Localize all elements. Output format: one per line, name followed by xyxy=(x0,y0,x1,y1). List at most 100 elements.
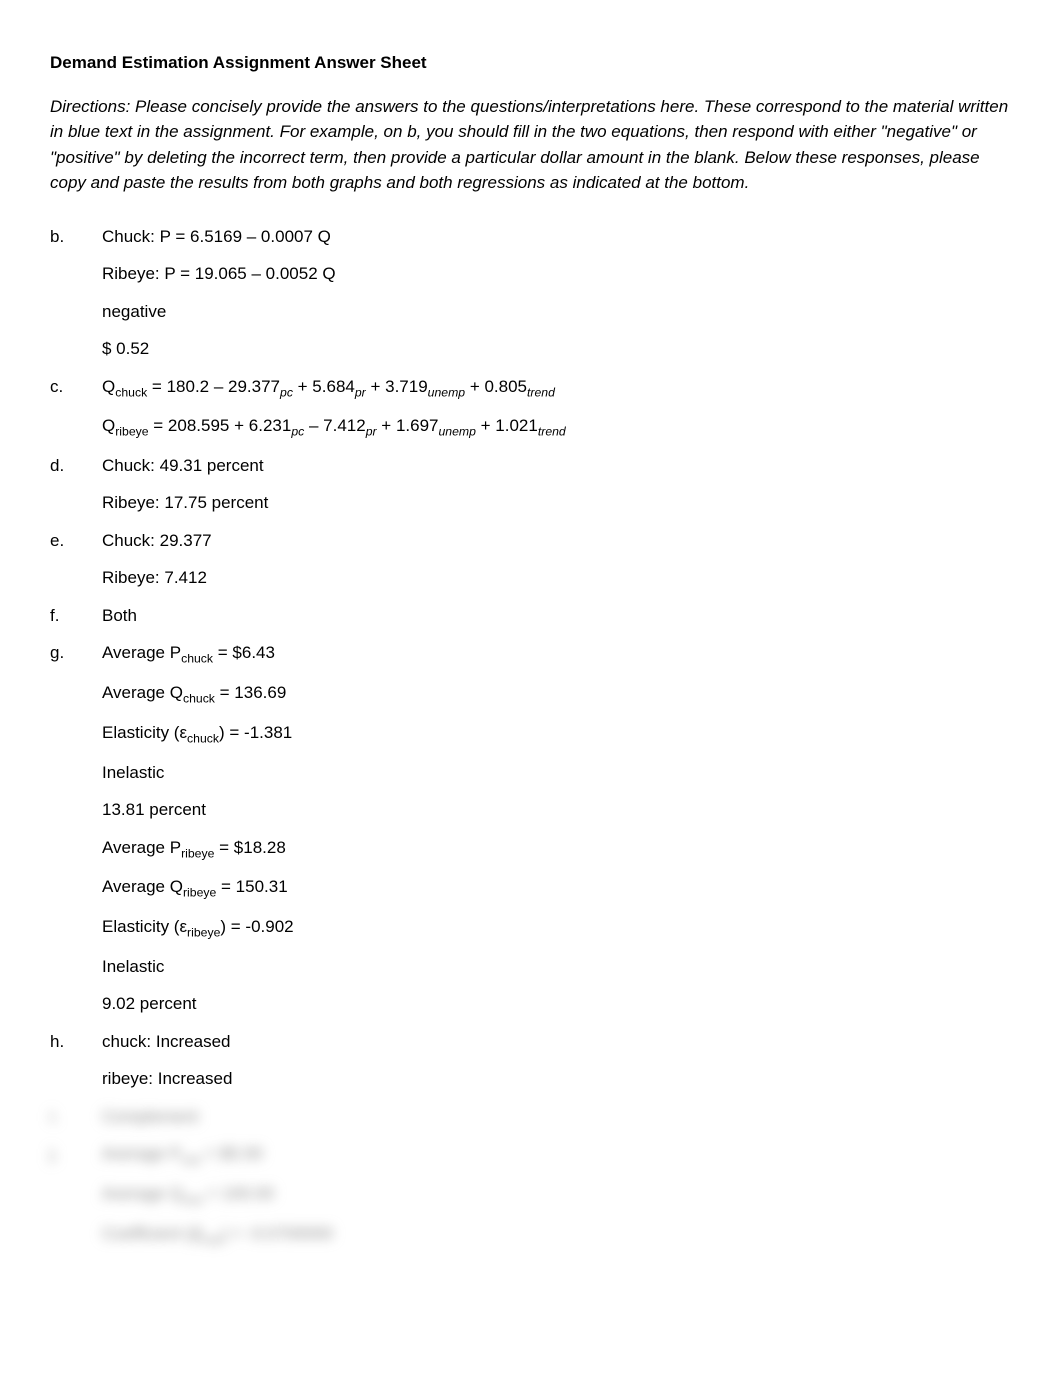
item-g-l7-row: Average Qribeye = 150.31 xyxy=(50,874,1012,902)
g-l3s: chuck xyxy=(187,731,219,745)
item-g-l6-row: Average Pribeye = $18.28 xyxy=(50,835,1012,863)
item-e-chuck: Chuck: 29.377 xyxy=(102,528,1012,554)
item-g-l6: Average Pribeye = $18.28 xyxy=(102,835,1012,863)
g-l3a: Elasticity (ε xyxy=(102,723,187,742)
q-chuck-t3: + 3.719 xyxy=(366,377,428,396)
j-l2b: = 100.00 xyxy=(203,1184,274,1203)
item-b-amount: $ 0.52 xyxy=(102,336,1012,362)
g-l1b: = $6.43 xyxy=(213,643,275,662)
g-l2b: = 136.69 xyxy=(215,683,286,702)
q-chuck-unemp: unemp xyxy=(428,385,465,399)
item-g-l8: Elasticity (εribeye) = -0.902 xyxy=(102,914,1012,942)
item-h-ribeye: ribeye: Increased xyxy=(102,1066,1012,1092)
q-chuck-t4: + 0.805 xyxy=(465,377,527,396)
j-l2s: sub xyxy=(183,1193,203,1207)
item-f-value: Both xyxy=(102,603,1012,629)
q-chuck-t2: + 5.684 xyxy=(293,377,355,396)
directions-text: Directions: Please concisely provide the… xyxy=(50,94,1012,196)
item-h-chuck: chuck: Increased xyxy=(102,1029,1012,1055)
item-g-l9-row: Inelastic xyxy=(50,954,1012,980)
item-d-ribeye: Ribeye: 17.75 percent xyxy=(102,490,1012,516)
item-e-ribeye-row: Ribeye: 7.412 xyxy=(50,565,1012,591)
j-l3s: sub xyxy=(202,1232,222,1246)
item-i-value: Complement xyxy=(102,1104,1012,1130)
item-b-sign: negative xyxy=(102,299,1012,325)
q-chuck-eq: = 180.2 – 29.377 xyxy=(147,377,280,396)
j-l1a: Average P xyxy=(102,1144,181,1163)
q-ribeye-eq: = 208.595 + 6.231 xyxy=(149,416,292,435)
g-l7b: = 150.31 xyxy=(216,877,287,896)
q-ribeye-trend: trend xyxy=(538,425,566,439)
q-ribeye-pc: pc xyxy=(291,425,304,439)
item-e: e. Chuck: 29.377 xyxy=(50,528,1012,554)
item-f: f. Both xyxy=(50,603,1012,629)
item-b-ribeye-row: Ribeye: P = 19.065 – 0.0052 Q xyxy=(50,261,1012,287)
g-l7a: Average Q xyxy=(102,877,183,896)
g-l8b: ) = -0.902 xyxy=(220,917,293,936)
g-l1s: chuck xyxy=(181,652,213,666)
item-d-label: d. xyxy=(50,453,102,479)
j-l1s: sub xyxy=(181,1153,201,1167)
j-l3b: ) = -0.0700000 xyxy=(222,1224,333,1243)
q-chuck-pr: pr xyxy=(355,385,366,399)
g-l2a: Average Q xyxy=(102,683,183,702)
item-b: b. Chuck: P = 6.5169 – 0.0007 Q xyxy=(50,224,1012,250)
item-j-l2-row: Average Qsub = 100.00 xyxy=(50,1181,1012,1209)
q-ribeye-unemp: unemp xyxy=(439,425,476,439)
item-h-label: h. xyxy=(50,1029,102,1055)
g-l8a: Elasticity (ε xyxy=(102,917,187,936)
g-l6s: ribeye xyxy=(181,846,214,860)
g-l6b: = $18.28 xyxy=(214,838,285,857)
g-l7s: ribeye xyxy=(183,886,216,900)
g-l3b: ) = -1.381 xyxy=(219,723,292,742)
item-g-l4: Inelastic xyxy=(102,760,1012,786)
item-i-label: i. xyxy=(50,1104,102,1130)
item-g: g. Average Pchuck = $6.43 xyxy=(50,640,1012,668)
item-g-l5-row: 13.81 percent xyxy=(50,797,1012,823)
item-h-ribeye-row: ribeye: Increased xyxy=(50,1066,1012,1092)
item-d-ribeye-row: Ribeye: 17.75 percent xyxy=(50,490,1012,516)
item-b-chuck: Chuck: P = 6.5169 – 0.0007 Q xyxy=(102,224,1012,250)
item-d: d. Chuck: 49.31 percent xyxy=(50,453,1012,479)
item-g-l7: Average Qribeye = 150.31 xyxy=(102,874,1012,902)
item-g-l4-row: Inelastic xyxy=(50,760,1012,786)
page-title: Demand Estimation Assignment Answer Shee… xyxy=(50,50,1012,76)
q-chuck-trend: trend xyxy=(527,385,555,399)
g-l6a: Average P xyxy=(102,838,181,857)
item-g-l1: Average Pchuck = $6.43 xyxy=(102,640,1012,668)
j-l1b: = $5.00 xyxy=(201,1144,263,1163)
q-ribeye-pr: pr xyxy=(366,425,377,439)
item-g-l3-row: Elasticity (εchuck) = -1.381 xyxy=(50,720,1012,748)
item-c-ribeye-row: Qribeye = 208.595 + 6.231pc – 7.412pr + … xyxy=(50,413,1012,441)
item-d-chuck: Chuck: 49.31 percent xyxy=(102,453,1012,479)
item-j-label: j. xyxy=(50,1141,102,1169)
item-b-sign-row: negative xyxy=(50,299,1012,325)
g-l2s: chuck xyxy=(183,692,215,706)
j-l2a: Average Q xyxy=(102,1184,183,1203)
item-c-label: c. xyxy=(50,374,102,402)
item-j-l3: Coefficient (βsub) = -0.0700000 xyxy=(102,1221,1012,1249)
item-j-l3-row: Coefficient (βsub) = -0.0700000 xyxy=(50,1221,1012,1249)
item-g-l10-row: 9.02 percent xyxy=(50,991,1012,1017)
item-g-l3: Elasticity (εchuck) = -1.381 xyxy=(102,720,1012,748)
item-g-l9: Inelastic xyxy=(102,954,1012,980)
item-f-label: f. xyxy=(50,603,102,629)
item-g-l2: Average Qchuck = 136.69 xyxy=(102,680,1012,708)
item-e-label: e. xyxy=(50,528,102,554)
item-g-label: g. xyxy=(50,640,102,668)
q-ribeye-t4: + 1.021 xyxy=(476,416,538,435)
q-ribeye-prefix: Q xyxy=(102,416,115,435)
item-g-l5: 13.81 percent xyxy=(102,797,1012,823)
j-l3a: Coefficient (β xyxy=(102,1224,202,1243)
q-chuck-prefix: Q xyxy=(102,377,115,396)
q-ribeye-sub: ribeye xyxy=(115,425,148,439)
g-l1a: Average P xyxy=(102,643,181,662)
item-g-l8-row: Elasticity (εribeye) = -0.902 xyxy=(50,914,1012,942)
item-b-ribeye: Ribeye: P = 19.065 – 0.0052 Q xyxy=(102,261,1012,287)
q-ribeye-t2: – 7.412 xyxy=(304,416,365,435)
q-chuck-pc: pc xyxy=(280,385,293,399)
item-b-label: b. xyxy=(50,224,102,250)
item-j: j. Average Psub = $5.00 xyxy=(50,1141,1012,1169)
item-b-amount-row: $ 0.52 xyxy=(50,336,1012,362)
item-g-l10: 9.02 percent xyxy=(102,991,1012,1017)
